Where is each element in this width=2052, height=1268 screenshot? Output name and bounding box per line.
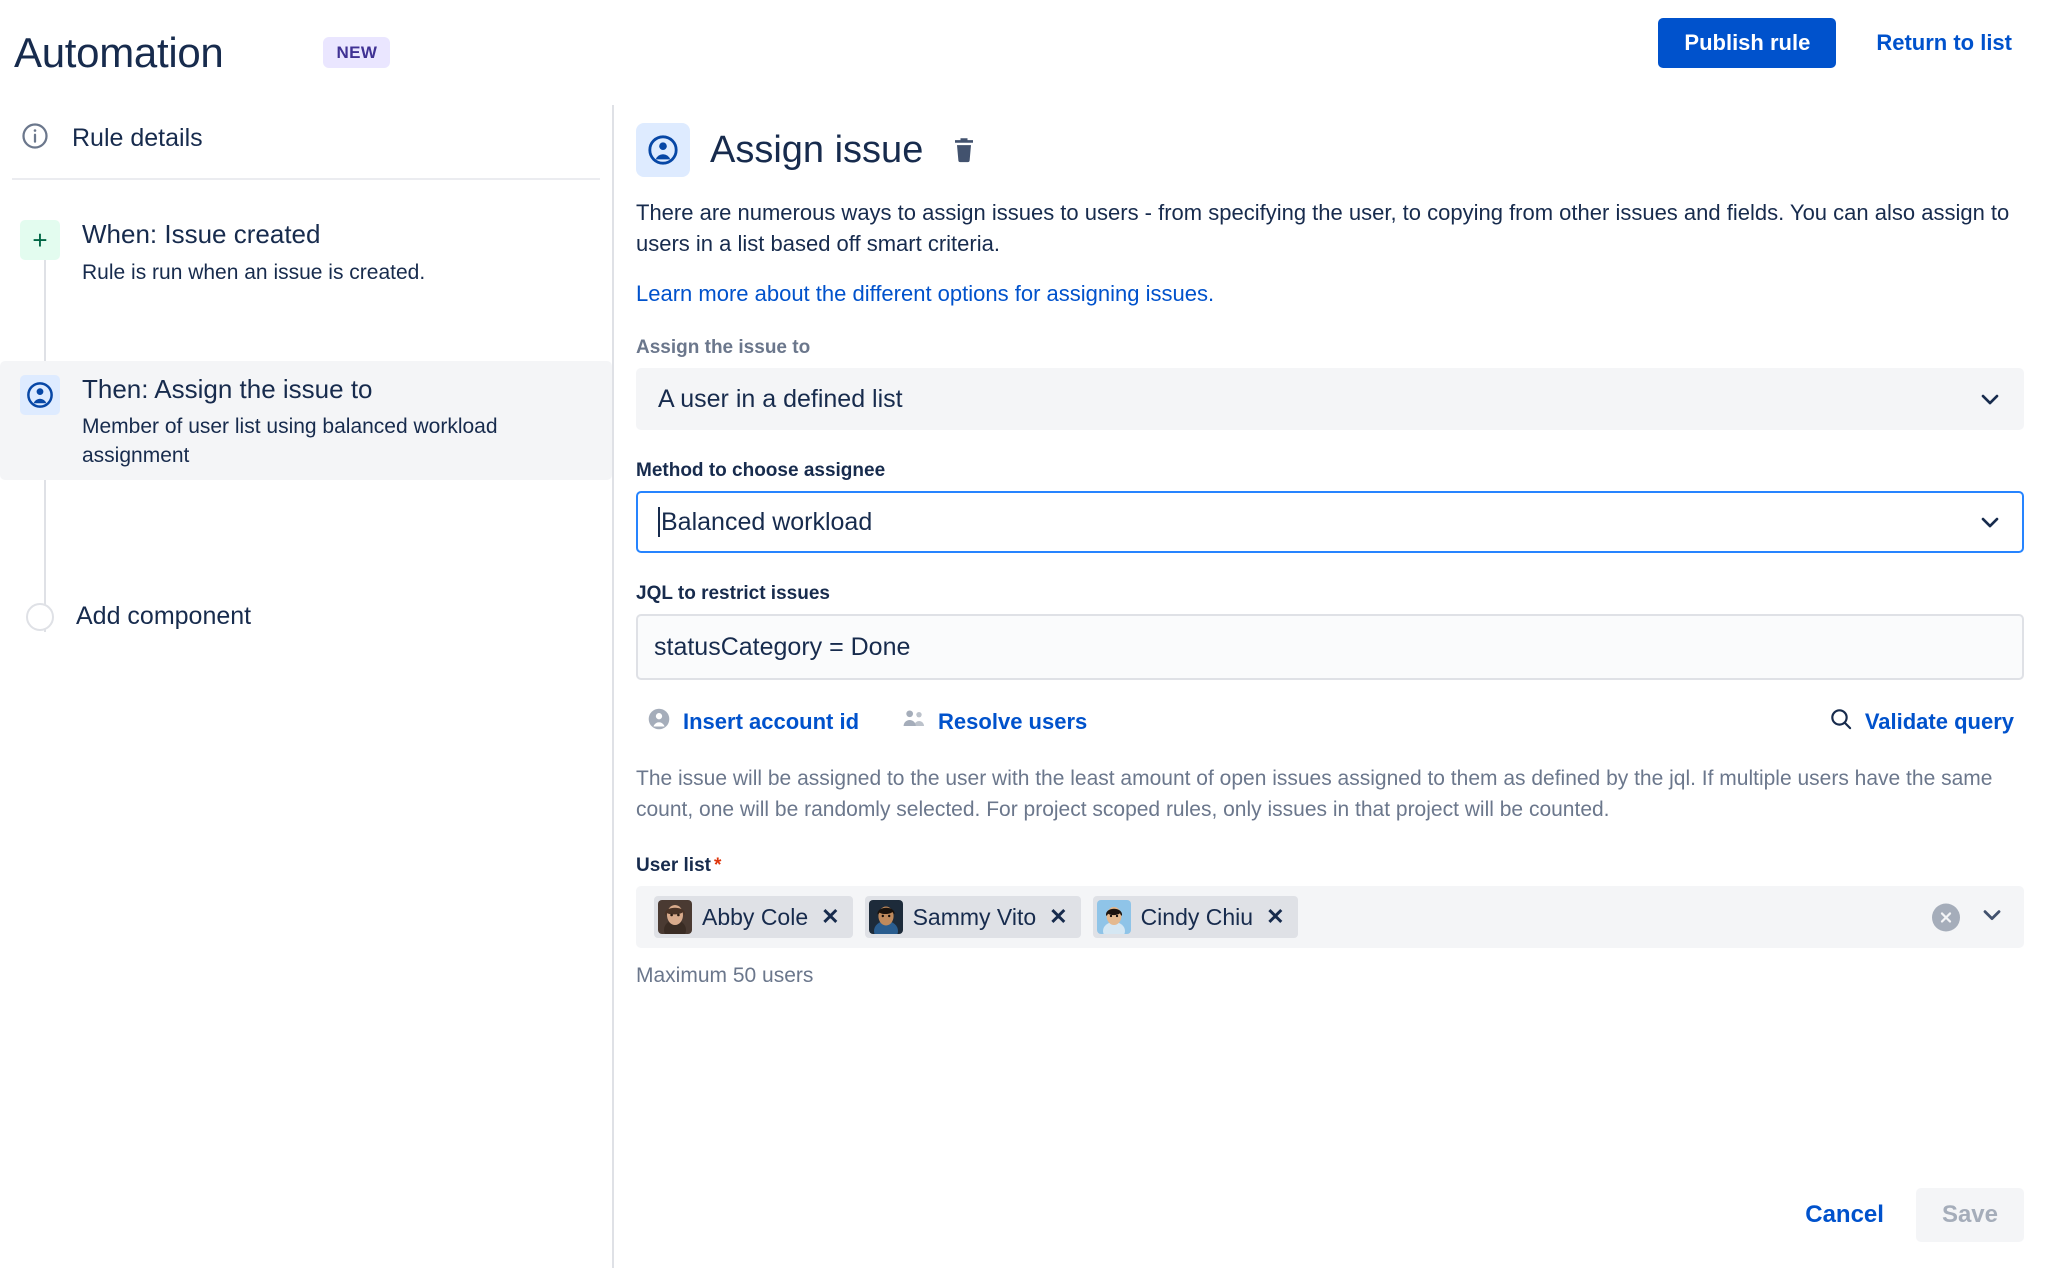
- required-asterisk: *: [713, 855, 722, 877]
- sidebar-item-rule-details[interactable]: Rule details: [0, 105, 612, 178]
- empty-circle-icon: [26, 602, 54, 631]
- rule-steps: + When: Issue created Rule is run when a…: [0, 180, 612, 641]
- rule-sidebar: Rule details + When: Issue created Rule …: [0, 105, 612, 1268]
- new-badge: NEW: [323, 37, 391, 68]
- avatar: [658, 900, 692, 935]
- action-config-panel: Assign issue There are numerous ways to …: [614, 105, 2052, 1268]
- publish-rule-button[interactable]: Publish rule: [1658, 18, 1837, 68]
- user-list-controls: [1932, 901, 2006, 934]
- delete-action-button[interactable]: [943, 131, 985, 169]
- assign-issue-icon: [636, 123, 690, 177]
- avatar: [868, 900, 903, 935]
- insert-account-id-button[interactable]: Insert account id: [636, 698, 869, 746]
- rule-details-label: Rule details: [72, 124, 203, 152]
- method-label: Method to choose assignee: [636, 460, 886, 482]
- chevron-down-icon: [1976, 385, 2004, 413]
- assign-to-label: Assign the issue to: [636, 337, 811, 359]
- method-value: Balanced workload: [661, 507, 873, 536]
- validate-query-button[interactable]: Validate query: [1818, 698, 2024, 746]
- step-then-assign-the-issue-to[interactable]: Then: Assign the issue to Member of user…: [0, 360, 612, 481]
- user-chip-name: Sammy Vito: [912, 903, 1037, 930]
- user-list-field[interactable]: Abby Cole ✕ Sammy Vito ✕ Cindy Chiu ✕: [636, 886, 2024, 949]
- user-chip[interactable]: Sammy Vito ✕: [864, 896, 1081, 939]
- jql-input[interactable]: statusCategory = Done: [636, 614, 2024, 681]
- add-component-button[interactable]: Add component: [0, 592, 612, 641]
- add-component-label: Add component: [76, 602, 252, 631]
- action-description: There are numerous ways to assign issues…: [636, 200, 2010, 257]
- assign-to-value: A user in a defined list: [658, 384, 903, 413]
- clear-icon[interactable]: [1932, 903, 1960, 932]
- user-list-label: User list *: [636, 855, 2024, 877]
- form-footer-actions: Cancel Save: [1795, 1188, 2024, 1242]
- person-icon: [646, 706, 672, 738]
- user-chip-name: Cindy Chiu: [1140, 903, 1254, 930]
- remove-user-icon[interactable]: ✕: [1046, 906, 1070, 928]
- method-select[interactable]: Balanced workload: [636, 491, 2024, 554]
- info-icon: [20, 121, 50, 156]
- avatar: [1096, 900, 1131, 935]
- jql-value: statusCategory = Done: [654, 632, 911, 661]
- step-content: Then: Assign the issue to Member of user…: [82, 371, 562, 470]
- insert-account-id-label: Insert account id: [683, 709, 860, 735]
- remove-user-icon[interactable]: ✕: [1263, 906, 1287, 928]
- step-description: Member of user list using balanced workl…: [82, 415, 498, 467]
- step-title: When: Issue created: [82, 219, 321, 249]
- user-list-label-text: User list: [636, 855, 711, 877]
- search-icon: [1828, 706, 1854, 738]
- validate-query-label: Validate query: [1864, 709, 2014, 735]
- max-users-note: Maximum 50 users: [636, 964, 814, 988]
- step-when-issue-created[interactable]: + When: Issue created Rule is run when a…: [0, 206, 612, 297]
- remove-user-icon[interactable]: ✕: [818, 906, 842, 928]
- assign-user-icon: [20, 374, 60, 415]
- automation-rule-editor: Automation NEW Publish rule Return to li…: [0, 0, 2052, 1268]
- editor-body: Rule details + When: Issue created Rule …: [0, 105, 2052, 1268]
- step-description: Rule is run when an issue is created.: [82, 260, 426, 284]
- learn-more-link[interactable]: Learn more about the different options f…: [636, 281, 1214, 307]
- action-header: Assign issue: [636, 123, 2024, 177]
- cancel-button[interactable]: Cancel: [1795, 1189, 1894, 1241]
- people-icon: [901, 706, 927, 738]
- chevron-down-icon[interactable]: [1978, 901, 2006, 934]
- assign-to-select[interactable]: A user in a defined list: [636, 368, 2024, 431]
- resolve-users-button[interactable]: Resolve users: [891, 698, 1097, 746]
- save-button[interactable]: Save: [1915, 1188, 2024, 1242]
- step-title: Then: Assign the issue to: [82, 373, 373, 404]
- text-caret: [658, 507, 660, 538]
- header-actions: Publish rule Return to list: [1658, 18, 2024, 68]
- page-header: Automation NEW Publish rule Return to li…: [0, 0, 2052, 105]
- step-content: When: Issue created Rule is run when an …: [82, 216, 425, 287]
- balanced-workload-help-text: The issue will be assigned to the user w…: [636, 767, 1993, 821]
- return-to-list-link[interactable]: Return to list: [1864, 20, 2024, 66]
- user-chip[interactable]: Abby Cole ✕: [654, 896, 853, 939]
- action-title: Assign issue: [710, 128, 924, 171]
- resolve-users-label: Resolve users: [938, 709, 1088, 735]
- chevron-down-icon: [1976, 508, 2004, 536]
- plus-icon: +: [20, 220, 60, 260]
- user-chip-name: Abby Cole: [702, 903, 809, 930]
- user-chip[interactable]: Cindy Chiu ✕: [1092, 896, 1298, 939]
- jql-action-row: Insert account id Resolve users Validate…: [636, 698, 2024, 746]
- page-title: Automation: [14, 28, 224, 76]
- jql-label: JQL to restrict issues: [636, 583, 830, 605]
